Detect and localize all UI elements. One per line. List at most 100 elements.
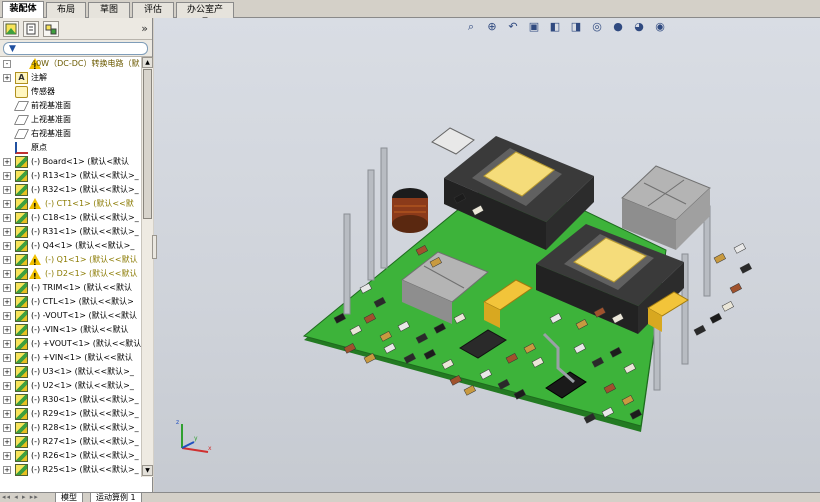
expand-toggle-icon[interactable]: + (3, 452, 11, 460)
tree-item[interactable]: 右视基准面 (0, 127, 141, 141)
tree-item[interactable]: + (-) R31<1> (默认<<默认>_ (0, 225, 141, 239)
panel-collapse-icon[interactable]: » (141, 22, 148, 35)
expand-toggle-icon[interactable]: + (3, 228, 11, 236)
expand-toggle-icon[interactable]: - (3, 60, 11, 68)
smd-component (713, 252, 726, 264)
tree-item[interactable]: 传感器 (0, 85, 141, 99)
tab-motion-study-1[interactable]: 运动算例 1 (90, 493, 142, 502)
tree-item[interactable]: + (-) CT1<1> (默认<<默 (0, 197, 141, 214)
tree-item[interactable]: + (-) +VOUT<1> (默认<<默认 (0, 337, 141, 351)
tab-assembly[interactable]: 装配体 (2, 1, 44, 19)
expand-toggle-icon[interactable]: + (3, 186, 11, 194)
tree-item[interactable]: + (-) R27<1> (默认<<默认>_ (0, 435, 141, 449)
smd-component (721, 300, 734, 312)
tree-item[interactable]: + (-) R30<1> (默认<<默认>_ (0, 393, 141, 407)
property-manager-tab-icon[interactable] (23, 21, 39, 37)
part-icon (15, 198, 28, 210)
expand-toggle-icon[interactable]: + (3, 424, 11, 432)
tab-evaluate[interactable]: 评估 (132, 2, 174, 18)
tree-item[interactable]: + (-) R29<1> (默认<<默认>_ (0, 407, 141, 421)
tree-item[interactable]: + (-) Board<1> (默认<默认 (0, 155, 141, 169)
scroll-down-icon[interactable]: ▼ (142, 465, 153, 476)
tab-sketch[interactable]: 草图 (88, 2, 130, 18)
expand-toggle-icon[interactable]: + (3, 410, 11, 418)
tree-item[interactable]: + (-) -VIN<1> (默认<<默认 (0, 323, 141, 337)
part-icon (15, 254, 28, 266)
tree-item[interactable]: + (-) R13<1> (默认<<默认>_ (0, 169, 141, 183)
expand-toggle-icon[interactable]: + (3, 326, 11, 334)
tree-item-label: (-) R32<1> (默认<<默认>_ (31, 185, 139, 194)
expand-toggle-icon[interactable]: + (3, 466, 11, 474)
tree-item[interactable]: + (-) R25<1> (默认<<默认>_ (0, 463, 141, 477)
tree-item[interactable]: 前视基准面 (0, 99, 141, 113)
triad-z-label: z (176, 419, 179, 426)
expand-toggle-icon[interactable]: + (3, 200, 11, 208)
tree-item[interactable]: + (-) TRIM<1> (默认<<默认 (0, 281, 141, 295)
scroll-thumb[interactable] (143, 69, 152, 219)
expand-toggle-icon[interactable]: + (3, 340, 11, 348)
tree-item-label: (-) R26<1> (默认<<默认>_ (31, 451, 139, 460)
expand-toggle-icon[interactable]: + (3, 396, 11, 404)
expand-toggle-icon[interactable]: + (3, 298, 11, 306)
tree-item[interactable]: + (-) -VOUT<1> (默认<<默认 (0, 309, 141, 323)
tree-item-label: (-) R27<1> (默认<<默认>_ (31, 437, 139, 446)
expand-toggle-icon[interactable]: + (3, 382, 11, 390)
tree-item-label: 右视基准面 (31, 129, 71, 138)
smd-component (693, 324, 706, 336)
expand-toggle-icon[interactable]: + (3, 438, 11, 446)
part-icon (15, 338, 28, 350)
expand-toggle-icon[interactable]: + (3, 354, 11, 362)
configuration-manager-tab-icon[interactable] (43, 21, 59, 37)
tree-item[interactable]: 上视基准面 (0, 113, 141, 127)
tree-scrollbar[interactable]: ▲ ▼ (141, 57, 153, 477)
plane-icon (14, 115, 29, 125)
tree-item-label: (-) -VOUT<1> (默认<<默认 (31, 311, 138, 320)
tree-item[interactable]: + (-) +VIN<1> (默认<<默认 (0, 351, 141, 365)
tree-item[interactable]: + (-) Q1<1> (默认<<默认 (0, 253, 141, 270)
tab-office-products[interactable]: 办公室产品 (176, 2, 234, 28)
expand-toggle-icon[interactable]: + (3, 242, 11, 250)
expand-toggle-icon[interactable]: + (3, 284, 11, 292)
expand-toggle-icon[interactable]: + (3, 158, 11, 166)
scroll-up-icon[interactable]: ▲ (142, 57, 153, 68)
solidworks-window: 装配体 布局 草图 评估 办公室产品 » ▼ - 40W（DC-DC）转换电路（默… (0, 0, 820, 502)
expand-toggle-icon[interactable]: + (3, 256, 11, 264)
pcb-assembly-model[interactable] (154, 18, 820, 492)
tree-item-label: 原点 (31, 143, 47, 152)
tree-item[interactable]: + (-) D2<1> (默认<<默认 (0, 267, 141, 284)
tree-item[interactable]: - 40W（DC-DC）转换电路（默 (0, 57, 141, 74)
tree-item[interactable]: + (-) R28<1> (默认<<默认>_ (0, 421, 141, 435)
tree-item[interactable]: + (-) R26<1> (默认<<默认>_ (0, 449, 141, 463)
part-icon (15, 450, 28, 462)
filter-icon[interactable]: ▼ (9, 44, 16, 54)
sensor-icon (15, 86, 28, 98)
tree-item[interactable]: + (-) U2<1> (默认<<默认>_ (0, 379, 141, 393)
tree-filter-input[interactable]: ▼ (3, 42, 148, 55)
tree-item[interactable]: + A 注解 (0, 71, 141, 85)
tree-item[interactable]: 原点 (0, 141, 141, 155)
part-icon (15, 170, 28, 182)
tab-model[interactable]: 模型 (55, 493, 83, 502)
part-icon (15, 212, 28, 224)
expand-toggle-icon[interactable]: + (3, 270, 11, 278)
graphics-area[interactable]: ⌕ ⊕ ↶ ▣ ◧ ◨ ◎ ● ◕ ◉ x z y (152, 18, 820, 492)
tree-item-label: (-) CTL<1> (默认<<默认> (31, 297, 134, 306)
expand-toggle-icon[interactable]: + (3, 312, 11, 320)
tree-item-label: (-) +VIN<1> (默认<<默认 (31, 353, 133, 362)
tree-item-label: (-) R31<1> (默认<<默认>_ (31, 227, 139, 236)
tab-layout[interactable]: 布局 (46, 2, 86, 18)
tree-item-label: 注解 (31, 73, 47, 82)
tree-item[interactable]: + (-) C18<1> (默认<<默认>_ (0, 211, 141, 225)
tree-item[interactable]: + (-) Q4<1> (默认<<默认>_ (0, 239, 141, 253)
feature-manager-tab-icon[interactable] (3, 21, 19, 37)
expand-toggle-icon[interactable]: + (3, 214, 11, 222)
tree-item[interactable]: + (-) R32<1> (默认<<默认>_ (0, 183, 141, 197)
expand-toggle-icon[interactable]: + (3, 74, 11, 82)
tree-item-label: (-) U3<1> (默认<<默认>_ (31, 367, 134, 376)
tree-item[interactable]: + (-) U3<1> (默认<<默认>_ (0, 365, 141, 379)
tab-scroll-buttons[interactable]: ◂◂ ◂ ▸ ▸▸ (2, 493, 52, 502)
expand-toggle-icon[interactable]: + (3, 368, 11, 376)
tree-item[interactable]: + (-) CTL<1> (默认<<默认> (0, 295, 141, 309)
expand-toggle-icon[interactable]: + (3, 172, 11, 180)
tree-item-label: (-) R30<1> (默认<<默认>_ (31, 395, 139, 404)
